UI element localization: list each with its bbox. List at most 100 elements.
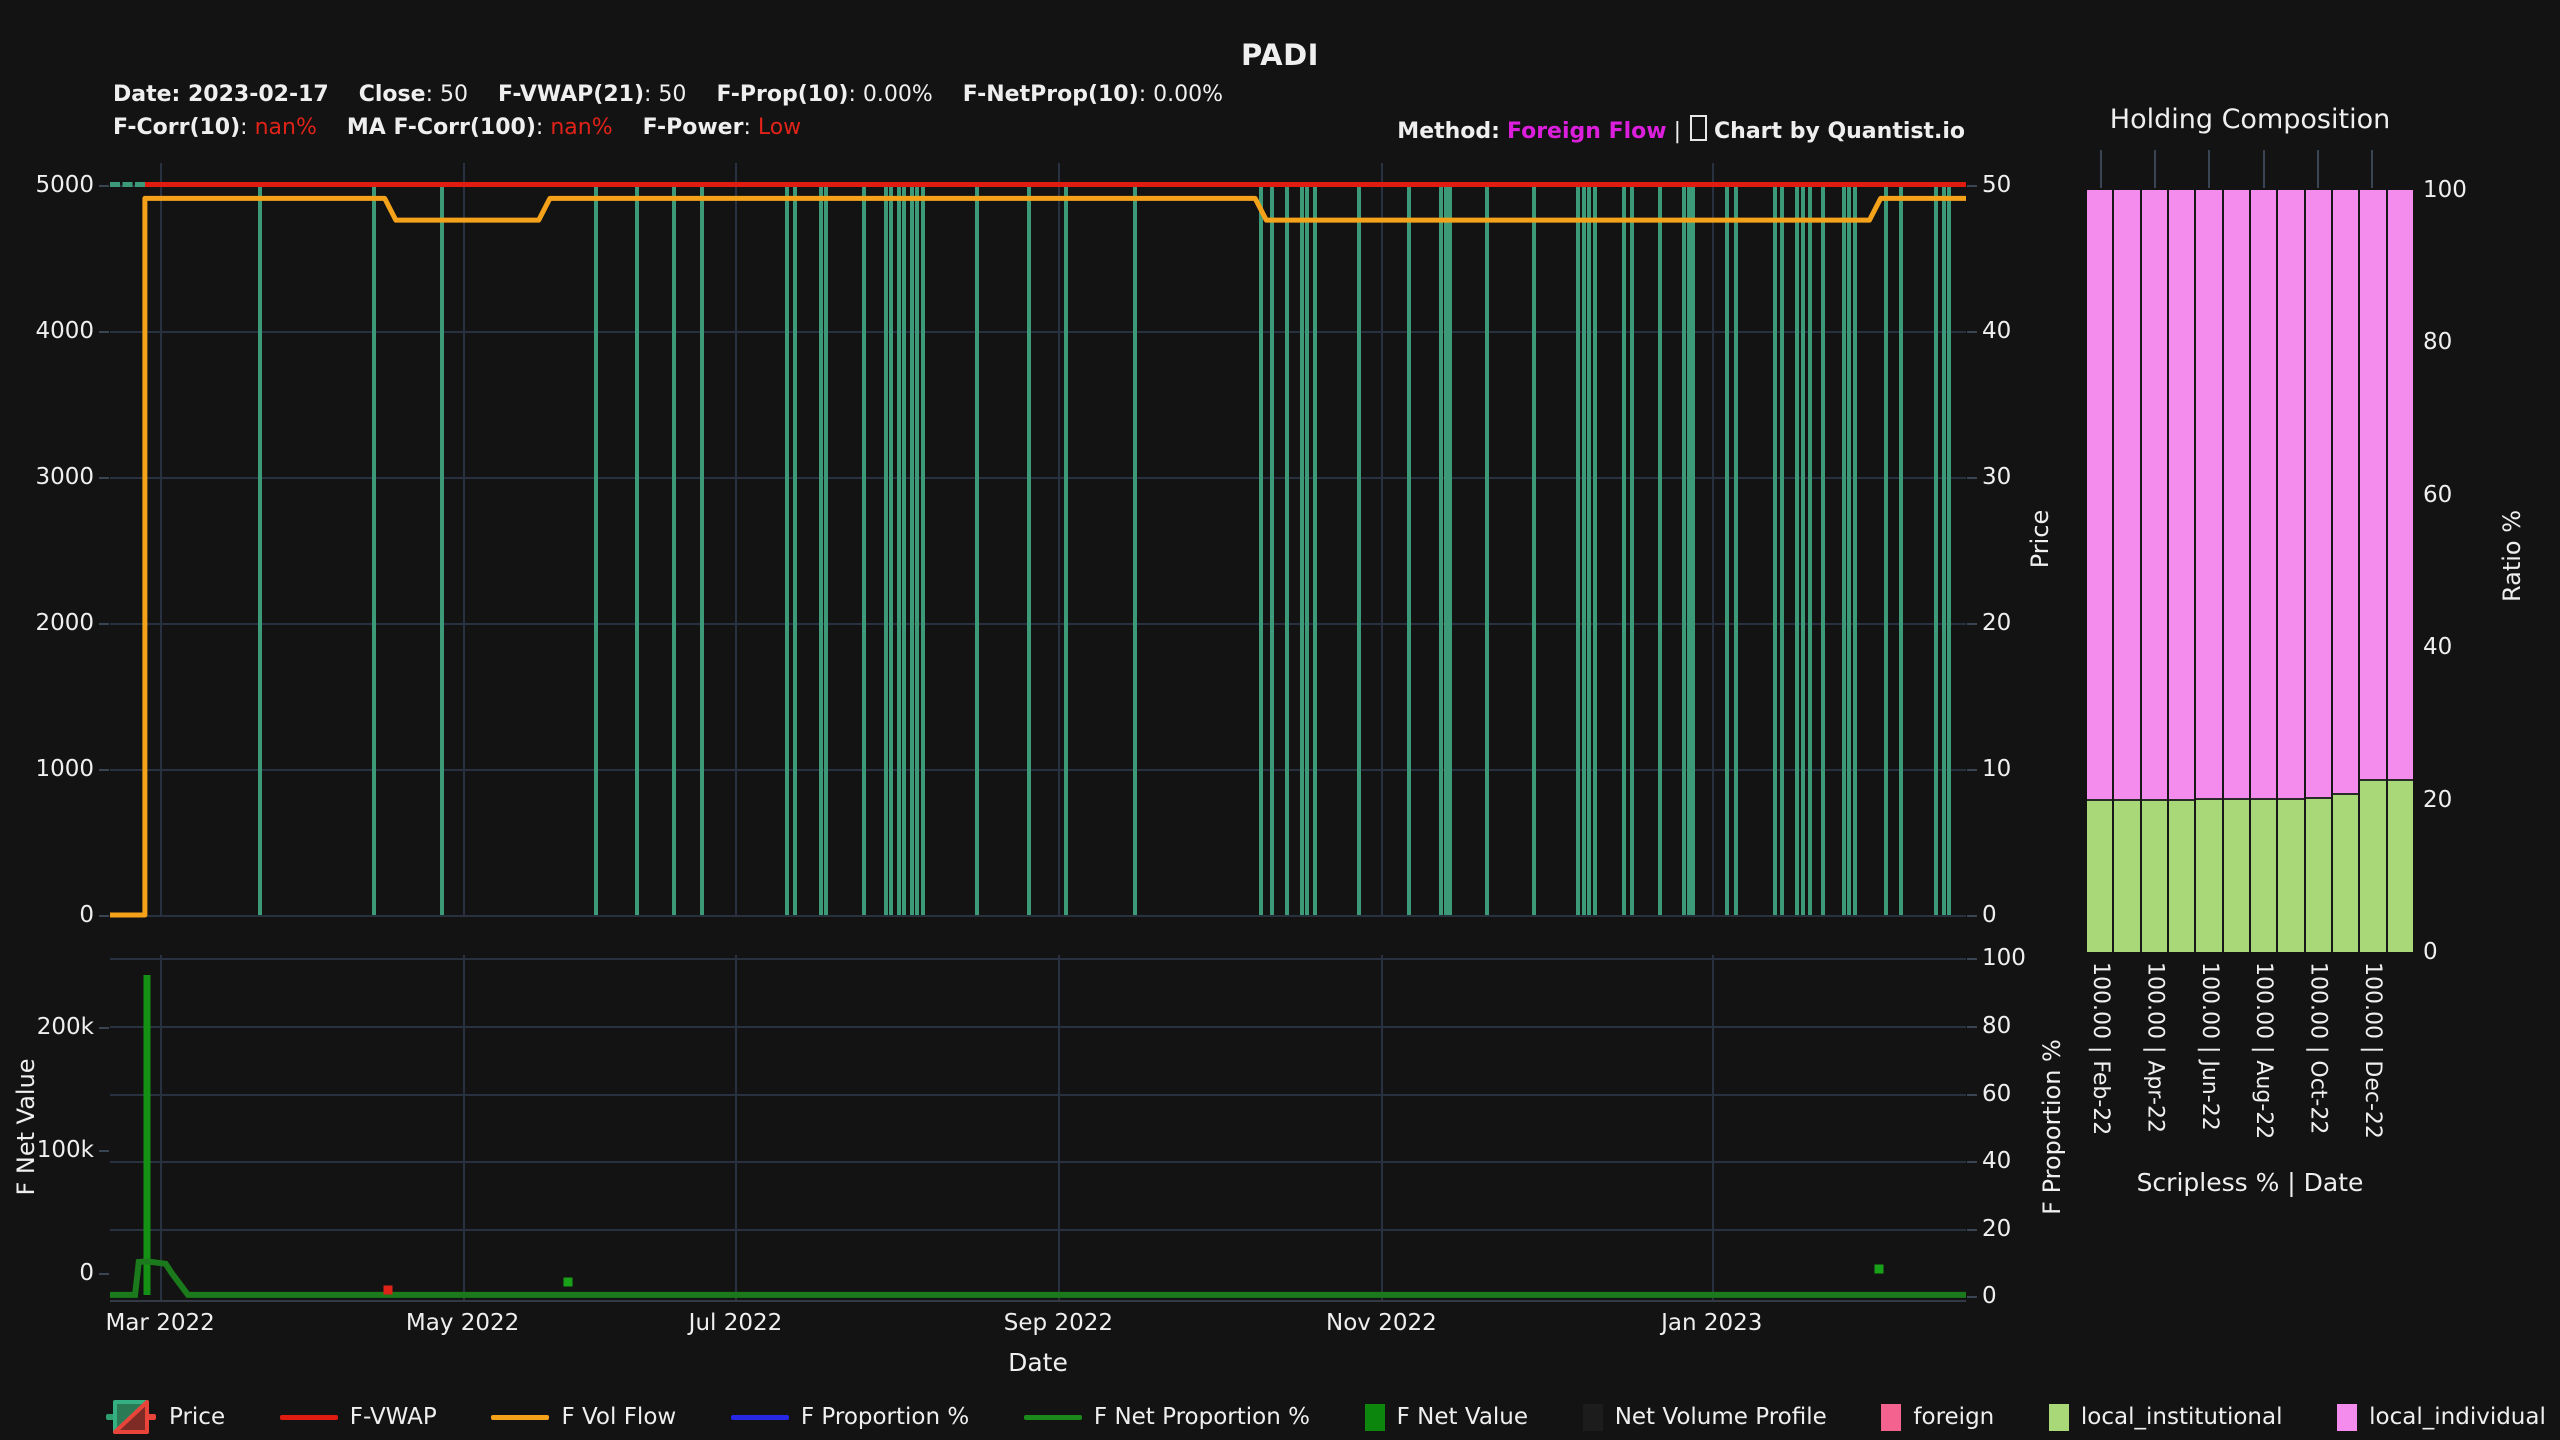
holding-right-tick-label: 80 [2423,329,2453,356]
lower-right-tick [1967,1160,1977,1163]
lower-right-axis-title: F Proportion % [2038,1039,2066,1215]
credit-label: Chart by Quantist.io [1714,119,1965,144]
header-stats-line1: Date: 2023-02-17 Close: 50 F-VWAP(21): 50 F… [113,82,1253,107]
holding-x-tick-label: 100.00 | Jun-22 [2196,962,2222,1131]
local-institutional-segment [2360,779,2386,952]
stat-value: : [240,115,255,140]
main-right-tick [1967,768,1977,771]
lower-right-tick [1967,1295,1977,1298]
legend-item: Net Volume Profile [1582,1403,1827,1431]
main-right-tick-label: 20 [1982,609,2012,636]
holding-bar [2250,190,2279,952]
method-value: Foreign Flow [1506,119,1667,144]
local-individual-segment [2332,190,2359,794]
main-right-tick [1967,330,1977,333]
main-left-tick-label: 2000 [35,609,94,636]
main-right-tick-label: 0 [1982,902,1997,928]
date-tick-label: Sep 2022 [1003,1310,1114,1336]
lower-right-tick [1967,1228,1977,1231]
local-individual-segment [2250,190,2277,798]
stat-value-red: nan% [254,115,317,140]
stat-item: Date: 2023-02-17 [113,82,329,107]
legend-line-swatch [1023,1414,1082,1420]
local-individual-segment [2114,190,2140,800]
lower-left-axis-title: F Net Value [12,1058,40,1196]
page-title: PADI [1241,38,1319,72]
stat-item: F-Power: Low [643,115,802,140]
header-stats-line2: F-Corr(10): nan% MA F-Corr(100): nan% F-Po… [113,115,831,140]
legend-line-swatch [279,1414,338,1420]
legend-square-swatch [2048,1403,2069,1431]
holding-right-tick-label: 60 [2423,481,2453,508]
date-tick-label: Nov 2022 [1325,1310,1437,1336]
local-individual-segment [2087,190,2113,800]
legend-item: F Proportion % [730,1404,969,1430]
main-left-tick [99,768,109,771]
legend-label: foreign [1913,1404,1995,1430]
main-right-tick-label: 40 [1982,317,2012,344]
stat-item: F-Prop(10): 0.00% [716,82,932,107]
lower-right-tick [1967,958,1977,961]
local-institutional-segment [2250,797,2277,952]
legend: Price F-VWAP F Vol Flow F Proportion % F Net… [105,1394,2546,1440]
stat-value-red: nan% [550,115,613,140]
holding-x-tick-label: 100.00 | Oct-22 [2305,962,2331,1135]
lower-left-tick-label: 100k [36,1136,94,1163]
legend-square-swatch [1364,1403,1385,1431]
legend-item: F-VWAP [279,1404,437,1430]
holding-right-tick-label: 20 [2423,786,2453,813]
holding-bar [2141,190,2169,952]
local-institutional-segment [2168,799,2195,952]
date-tick-label: May 2022 [405,1310,520,1336]
holding-bar [2168,190,2197,952]
holding-right-tick-label: 40 [2423,634,2453,661]
stat-label: F-Prop(10) [716,82,849,107]
lower-right-tick [1967,1094,1977,1097]
legend-item: F Net Proportion % [1023,1404,1310,1430]
holding-top-tick [2371,150,2374,188]
lower-right-tick-label: 0 [1982,1282,1997,1309]
lower-right-tick-label: 80 [1982,1013,2012,1040]
lower-left-tick [99,1027,109,1030]
local-individual-segment [2196,190,2222,799]
stat-label: F-Corr(10) [113,115,241,140]
stat-label: F-VWAP(21) [497,82,645,107]
holding-bar [2223,190,2251,952]
stat-item: F-VWAP(21): 50 [498,82,686,107]
stat-item: MA F-Corr(100): nan% [347,115,613,140]
lower-right-tick-label: 60 [1982,1081,2012,1108]
marker-dot [383,1285,393,1295]
holding-right-tick-label: 0 [2423,939,2438,965]
holding-bar [2278,190,2306,952]
main-right-tick-label: 50 [1982,171,2012,198]
stat-value: : [743,115,758,140]
legend-line-swatch [491,1414,550,1420]
lower-right-tick [1967,1026,1977,1029]
f-vwap-line [145,181,1966,187]
holding-right-tick-label: 100 [2423,177,2467,203]
stat-label: F-Power [642,115,744,140]
price-dotted-line [110,181,146,187]
stat-label: MA F-Corr(100) [346,115,536,140]
main-right-tick [1967,184,1977,187]
holding-top-tick [2316,150,2319,188]
local-institutional-segment [2223,797,2249,952]
legend-label: F Vol Flow [561,1404,677,1430]
holding-bar [2332,190,2361,952]
legend-label: F Net Proportion % [1093,1404,1310,1430]
local-individual-segment [2168,190,2195,800]
holding-top-tick [2099,150,2102,188]
date-tick-label: Jan 2023 [1661,1310,1763,1336]
local-institutional-segment [2387,779,2413,952]
holding-bar [2305,190,2333,952]
local-institutional-segment [2114,799,2140,952]
main-left-tick-label: 1000 [35,755,94,782]
legend-label: Net Volume Profile [1614,1404,1827,1430]
main-left-tick [99,476,109,479]
stat-label: Close [358,82,426,107]
lower-left-tick [99,1273,109,1276]
legend-label: F Net Value [1396,1404,1529,1430]
stat-value-red: Low [757,115,802,140]
legend-item: F Net Value [1364,1403,1529,1431]
main-right-tick [1967,915,1977,917]
